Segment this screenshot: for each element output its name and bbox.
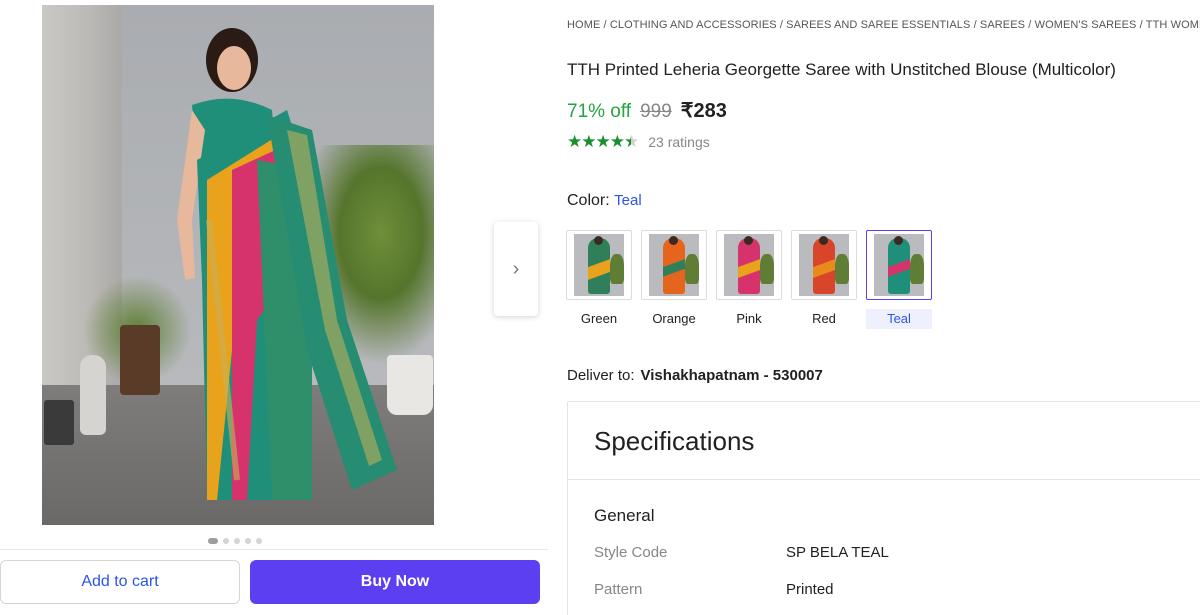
product-image[interactable] (42, 5, 434, 525)
color-thumbnail[interactable] (566, 230, 632, 300)
specifications-heading[interactable]: Specifications (568, 402, 1200, 480)
saree-model-figure (177, 28, 397, 500)
selected-color: Teal (614, 192, 642, 209)
thumbnail-image (574, 234, 624, 296)
deliver-label: Deliver to: (567, 367, 635, 384)
thumbnail-image (724, 234, 774, 296)
color-option-orange[interactable]: Orange (641, 230, 707, 329)
divider (0, 549, 548, 550)
ratings-count[interactable]: 23 ratings (648, 134, 709, 150)
chevron-right-icon: › (512, 257, 520, 280)
color-label: Color: Teal (567, 192, 642, 210)
spec-group-title: General (594, 506, 655, 525)
original-price: 999 (640, 101, 672, 122)
color-option-green[interactable]: Green (566, 230, 632, 329)
delivery-location[interactable]: Deliver to: Vishakhapatnam - 530007 (567, 367, 823, 384)
star-icon: ★ (567, 132, 582, 151)
photo-pot-left (44, 400, 74, 445)
thumbnail-image (874, 234, 924, 296)
price-row: 71% off 999 ₹283 (567, 98, 727, 123)
spec-value: Printed (786, 581, 834, 598)
add-to-cart-button[interactable]: Add to cart (0, 560, 240, 604)
spec-key: Pattern (594, 581, 643, 598)
selling-price: ₹283 (680, 100, 727, 122)
buy-now-button[interactable]: Buy Now (250, 560, 540, 604)
star-half-icon: ★ (624, 132, 639, 151)
color-option-red[interactable]: Red (791, 230, 857, 329)
specifications-card: Specifications General Style Code SP BELA… (567, 401, 1200, 615)
color-label-text: Color: (567, 192, 610, 209)
spec-value: SP BELA TEAL (786, 544, 889, 561)
color-thumbnail[interactable] (716, 230, 782, 300)
color-thumbnail[interactable] (641, 230, 707, 300)
photo-vase (80, 355, 106, 435)
color-option-teal[interactable]: Teal (866, 230, 932, 329)
spec-row: Pattern Printed (594, 581, 834, 598)
color-thumbnail[interactable] (791, 230, 857, 300)
star-icon: ★ (581, 132, 596, 151)
rating-row[interactable]: ★★★★★ 23 ratings (567, 132, 710, 152)
thumbnail-image (649, 234, 699, 296)
color-option-label: Green (580, 311, 618, 326)
star-rating: ★★★★★ (567, 132, 639, 152)
spec-row: Style Code SP BELA TEAL (594, 544, 889, 561)
color-option-pink[interactable]: Pink (716, 230, 782, 329)
star-icon: ★ (595, 132, 611, 151)
color-thumbnail[interactable] (866, 230, 932, 300)
star-icon: ★ (609, 132, 625, 151)
spec-key: Style Code (594, 544, 668, 561)
carousel-dot[interactable] (223, 538, 229, 544)
deliver-pincode[interactable]: Vishakhapatnam - 530007 (641, 367, 823, 384)
color-option-label: Red (812, 311, 836, 326)
color-option-label: Pink (736, 311, 762, 326)
carousel-dot[interactable] (208, 538, 218, 544)
color-swatches: Green Orange Pink Red Teal (566, 230, 932, 329)
product-title: TTH Printed Leheria Georgette Saree with… (567, 60, 1116, 79)
carousel-dot[interactable] (245, 538, 251, 544)
color-option-label: Teal (866, 309, 932, 329)
discount-percent: 71% off (567, 101, 632, 122)
breadcrumb[interactable]: HOME / CLOTHING AND ACCESSORIES / SAREES… (567, 19, 1200, 31)
next-image-button[interactable]: › (494, 222, 538, 316)
carousel-dot[interactable] (234, 538, 240, 544)
image-carousel-dots (208, 538, 262, 544)
thumbnail-image (799, 234, 849, 296)
color-option-label: Orange (652, 311, 696, 326)
carousel-dot[interactable] (256, 538, 262, 544)
